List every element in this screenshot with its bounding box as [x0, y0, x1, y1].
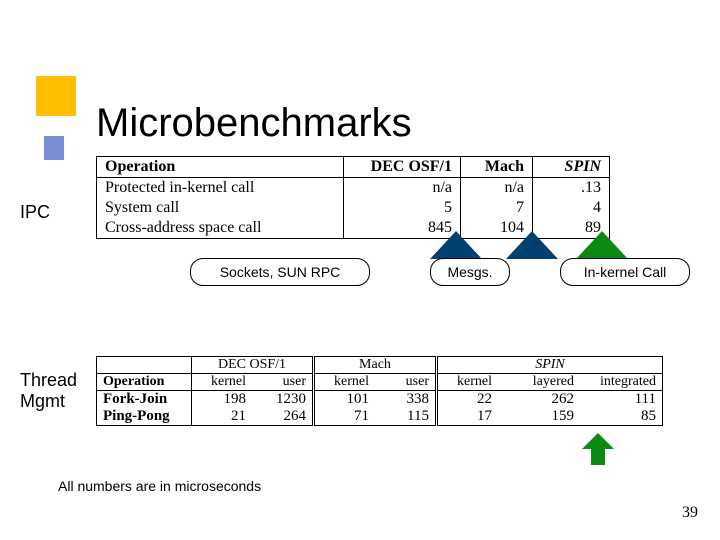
ipc-header-op: Operation: [97, 157, 344, 178]
thr-row0-op: Fork-Join: [97, 391, 192, 409]
page-number: 39: [682, 504, 698, 522]
annotation-sockets: Sockets, SUN RPC: [190, 258, 370, 286]
thr-row1-spin-l: 159: [498, 408, 580, 426]
annotation-inkernel: In-kernel Call: [560, 258, 690, 286]
thr-row1-mach-k: 71: [314, 408, 376, 426]
thr-row1-spin-k: 17: [437, 408, 499, 426]
thr-row0-mach-k: 101: [314, 391, 376, 409]
footnote: All numbers are in microseconds: [58, 478, 261, 494]
thr-header-dec-u: user: [252, 374, 314, 391]
arrowhead-spin: [576, 231, 628, 259]
thr-row1-dec-u: 264: [252, 408, 314, 426]
ipc-table: Operation DEC OSF/1 Mach SPIN Protected …: [96, 156, 610, 239]
thr-header-op: Operation: [97, 374, 192, 391]
ipc-row1-c: 4: [533, 198, 610, 218]
ipc-header-decosf: DEC OSF/1: [344, 157, 461, 178]
ipc-row1-a: 5: [344, 198, 461, 218]
thr-header-mach-k: kernel: [314, 374, 376, 391]
arrowhead-decosf: [430, 231, 482, 259]
annotation-mesgs: Mesgs.: [430, 258, 510, 286]
thr-row0-spin-k: 22: [437, 391, 499, 409]
ipc-header-mach: Mach: [461, 157, 533, 178]
thr-header-spin-i: integrated: [580, 374, 663, 391]
label-ipc: IPC: [20, 202, 50, 223]
thr-row0-spin-i: 111: [580, 391, 663, 409]
thr-row0-dec-k: 198: [192, 391, 253, 409]
ipc-row2-op: Cross-address space call: [97, 218, 344, 239]
thr-row1-dec-k: 21: [192, 408, 253, 426]
thr-row0-dec-u: 1230: [252, 391, 314, 409]
green-arrow-icon: [582, 433, 614, 465]
deco-square-blue: [44, 136, 64, 160]
thr-row1-op: Ping-Pong: [97, 408, 192, 426]
thr-row1-spin-i: 85: [580, 408, 663, 426]
thr-row0-mach-u: 338: [375, 391, 437, 409]
thr-group-spin: SPIN: [437, 357, 663, 374]
page-title: Microbenchmarks: [96, 101, 412, 146]
thr-header-dec-k: kernel: [192, 374, 253, 391]
ipc-row0-b: n/a: [461, 178, 533, 199]
ipc-row1-op: System call: [97, 198, 344, 218]
arrowhead-mach: [506, 231, 558, 259]
thr-group-mach: Mach: [314, 357, 437, 374]
deco-square-gold: [36, 76, 76, 116]
thr-header-mach-u: user: [375, 374, 437, 391]
thr-group-dec: DEC OSF/1: [192, 357, 314, 374]
ipc-row0-op: Protected in-kernel call: [97, 178, 344, 199]
ipc-row0-c: .13: [533, 178, 610, 199]
ipc-row1-b: 7: [461, 198, 533, 218]
thr-header-spin-k: kernel: [437, 374, 499, 391]
label-thread-mgmt: Thread Mgmt: [20, 370, 77, 412]
thr-row0-spin-l: 262: [498, 391, 580, 409]
thr-header-spin-l: layered: [498, 374, 580, 391]
thr-row1-mach-u: 115: [375, 408, 437, 426]
thread-table: DEC OSF/1 Mach SPIN Operation kernel use…: [96, 356, 663, 426]
ipc-header-spin: SPIN: [533, 157, 610, 178]
ipc-row0-a: n/a: [344, 178, 461, 199]
